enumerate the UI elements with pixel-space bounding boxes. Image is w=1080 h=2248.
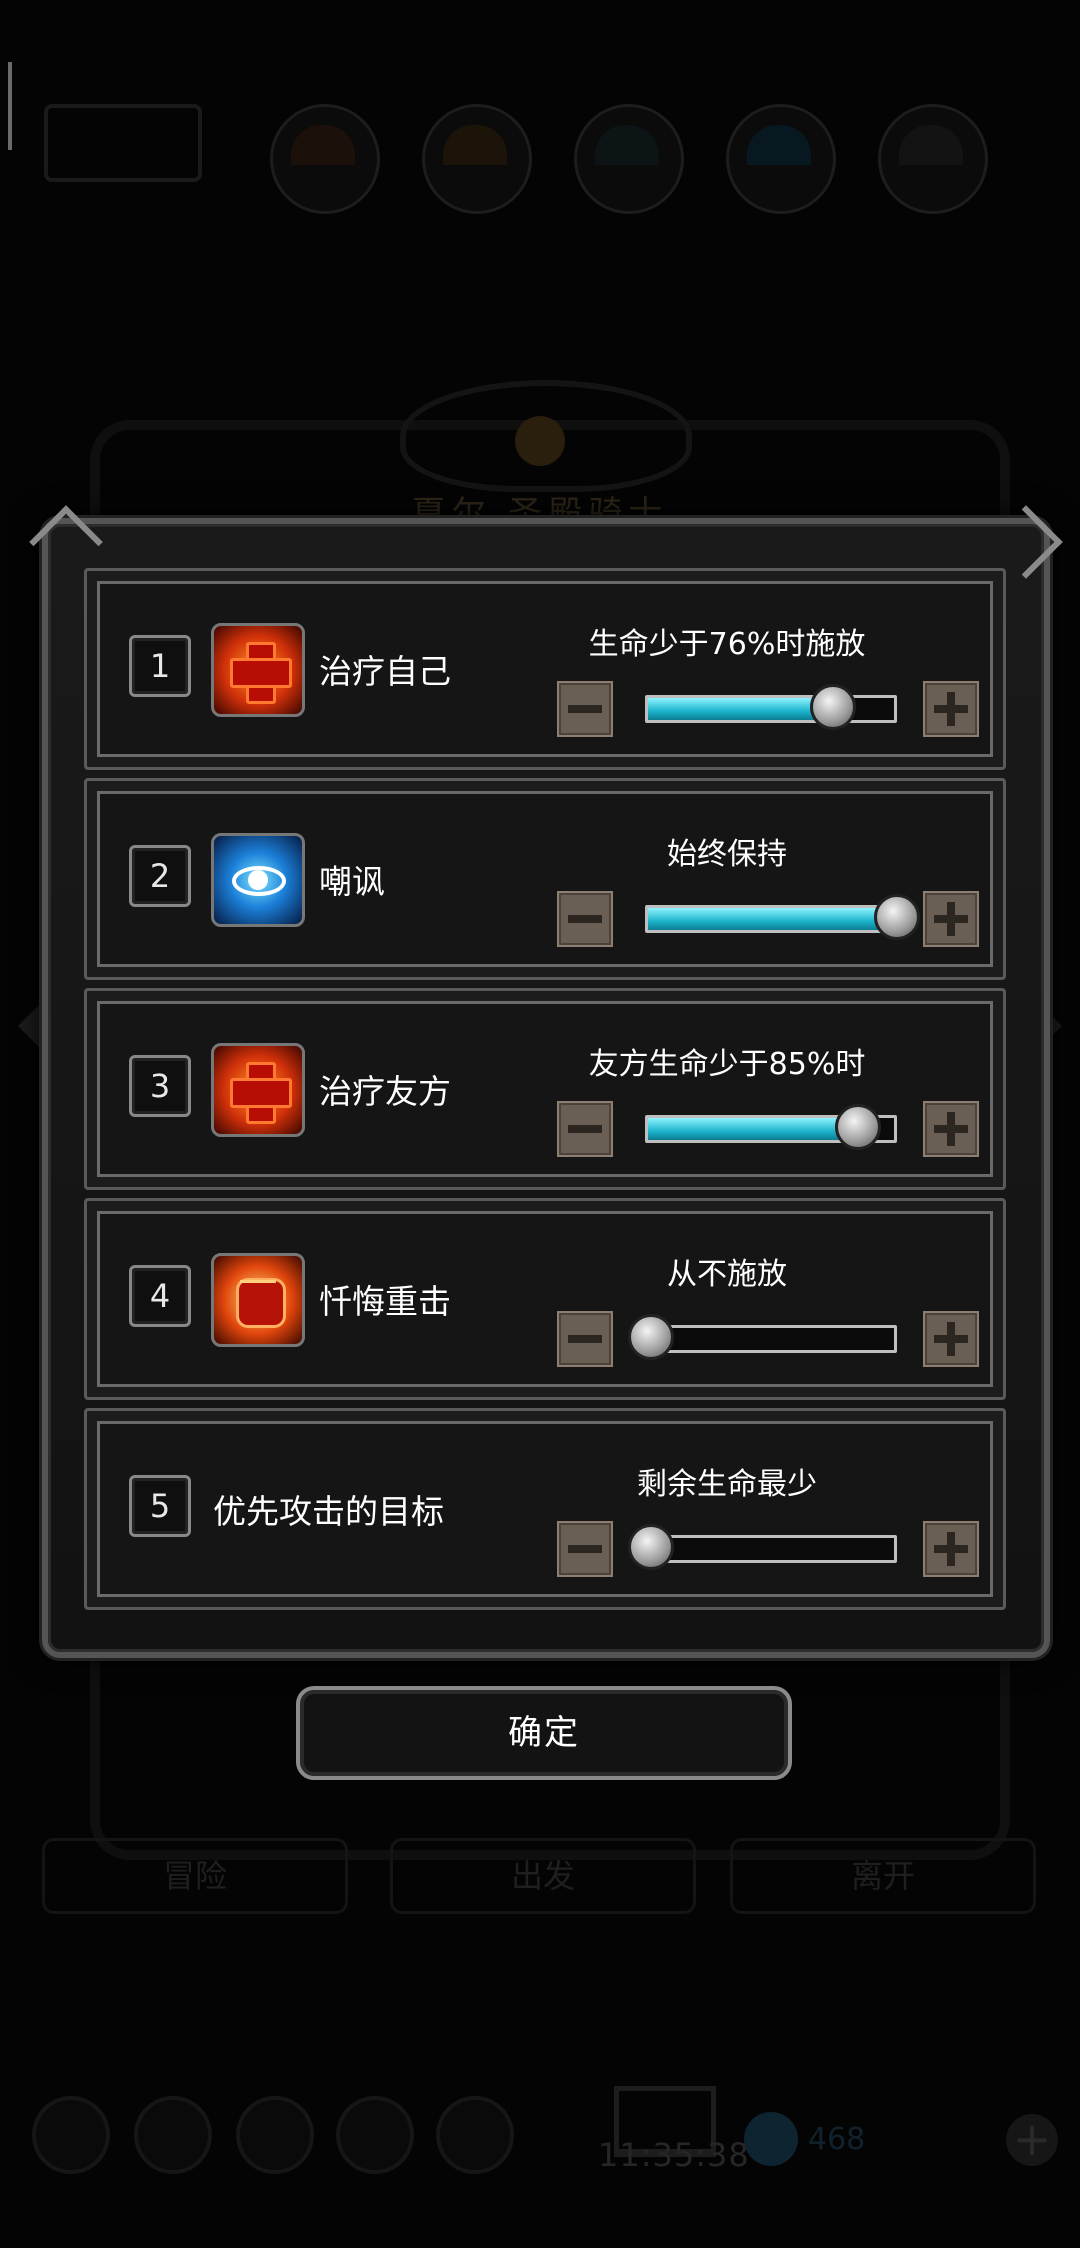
row-number: 2: [129, 845, 191, 907]
adventure-button: 冒险: [42, 1838, 348, 1914]
slider-knob[interactable]: [628, 1524, 674, 1570]
row-number: 3: [129, 1055, 191, 1117]
skill-name: 治疗友方: [319, 1072, 451, 1111]
skill-row-3: 3 治疗友方 友方生命少于85%时: [84, 988, 1006, 1190]
row-number: 1: [129, 635, 191, 697]
condition-slider[interactable]: [628, 1524, 897, 1570]
decrease-button[interactable]: [557, 1311, 613, 1367]
menu-circle-icon: [336, 2096, 414, 2174]
increase-button[interactable]: [923, 891, 979, 947]
skill-row-4: 4 忏悔重击 从不施放: [84, 1198, 1006, 1400]
crest-gem-icon: [515, 416, 565, 466]
decrease-button[interactable]: [557, 891, 613, 947]
slider-knob[interactable]: [874, 894, 920, 940]
heal-cross-icon: [211, 1043, 305, 1137]
increase-button[interactable]: [923, 1311, 979, 1367]
condition-slider[interactable]: [645, 894, 920, 940]
skill-name: 嘲讽: [319, 862, 385, 901]
skill-condition: 从不施放: [667, 1257, 787, 1292]
scroll-indicator: [8, 62, 12, 150]
slider-fill: [648, 698, 831, 720]
row-number: 5: [129, 1475, 191, 1537]
confirm-button[interactable]: 确定: [296, 1686, 792, 1780]
slider-knob[interactable]: [628, 1314, 674, 1360]
condition-slider[interactable]: [645, 684, 897, 730]
party-member-icon: [422, 104, 532, 214]
heal-cross-icon: [211, 623, 305, 717]
slider-knob[interactable]: [810, 684, 857, 730]
fist-icon: [211, 1253, 305, 1347]
party-member-icon: [878, 104, 988, 214]
decrease-button[interactable]: [557, 1101, 613, 1157]
menu-circle-icon: [134, 2096, 212, 2174]
skill-name: 忏悔重击: [319, 1282, 451, 1321]
party-member-icon: [726, 104, 836, 214]
taunt-eye-icon: [211, 833, 305, 927]
skill-condition: 友方生命少于85%时: [588, 1047, 866, 1082]
decrease-button[interactable]: [557, 1521, 613, 1577]
target-priority-row: 5 优先攻击的目标 剩余生命最少: [84, 1408, 1006, 1610]
decrease-button[interactable]: [557, 681, 613, 737]
gem-icon: [744, 2112, 798, 2166]
condition-slider[interactable]: [645, 1104, 897, 1150]
increase-button[interactable]: [923, 1521, 979, 1577]
leave-button: 离开: [730, 1838, 1036, 1914]
arrow-left-icon: [18, 1002, 42, 1050]
skill-row-2: 2 嘲讽 始终保持: [84, 778, 1006, 980]
depart-button: 出发: [390, 1838, 696, 1914]
slider-fill: [648, 1118, 855, 1140]
skill-name: 治疗自己: [319, 652, 451, 691]
menu-circle-icon: [236, 2096, 314, 2174]
increase-button[interactable]: [923, 681, 979, 737]
slider-fill: [648, 908, 894, 930]
menu-circle-icon: [32, 2096, 110, 2174]
condition-slider[interactable]: [628, 1314, 897, 1360]
slider-knob[interactable]: [834, 1104, 881, 1150]
gem-count: 468: [808, 2122, 866, 2157]
increase-button[interactable]: [923, 1101, 979, 1157]
skill-name: 优先攻击的目标: [213, 1492, 444, 1531]
party-member-icon: [574, 104, 684, 214]
skill-row-1: 1 治疗自己 生命少于76%时施放: [84, 568, 1006, 770]
add-gem-icon: +: [1006, 2114, 1058, 2166]
dialog-content: 1 治疗自己 生命少于76%时施放 2 嘲讽 始终保持 3 治疗友方 友方生命少…: [84, 568, 1006, 1610]
hero-portrait-frame: [44, 104, 202, 182]
skill-condition: 始终保持: [667, 837, 787, 872]
party-member-icon: [270, 104, 380, 214]
skill-condition: 生命少于76%时施放: [588, 627, 866, 662]
menu-circle-icon: [436, 2096, 514, 2174]
row-number: 4: [129, 1265, 191, 1327]
skill-condition: 剩余生命最少: [637, 1467, 817, 1502]
ai-settings-dialog: 1 治疗自己 生命少于76%时施放 2 嘲讽 始终保持 3 治疗友方 友方生命少…: [29, 505, 1063, 1658]
clock-text: 11:35:38: [598, 2136, 750, 2174]
